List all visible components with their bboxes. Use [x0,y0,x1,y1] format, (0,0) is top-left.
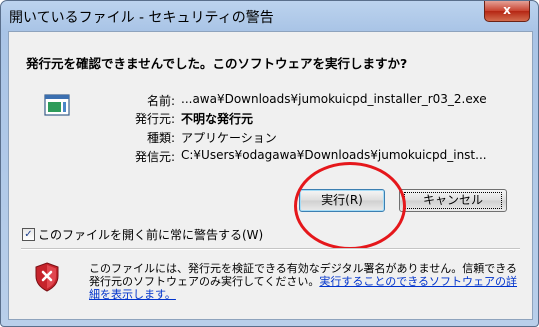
cancel-button[interactable]: キャンセル [399,189,507,212]
close-button[interactable]: x [484,1,530,22]
from-value: C:¥Users¥odagawa¥Downloads¥jumokuicpd_in… [181,148,487,162]
warning-shield-icon [35,262,59,292]
security-warning-dialog: 開いているファイル - セキュリティの警告 x 発行元を確認できませんでした。こ… [0,0,539,327]
name-value: ...awa¥Downloads¥jumokuicpd_installer_r0… [181,92,487,106]
warning-message: このファイルには、発行元を検証できる有効なデジタル署名がありません。信頼できる発… [89,262,519,301]
type-label: 種類: [146,131,175,145]
title-bar[interactable]: 開いているファイル - セキュリティの警告 x [1,1,538,31]
from-label: 発信元: [134,150,175,164]
highlight-circle [294,162,406,250]
question-text: 発行元を確認できませんでした。このソフトウェアを実行しますか? [26,56,408,71]
publisher-value: 不明な発行元 [181,112,254,126]
name-label: 名前: [146,94,175,108]
type-value: アプリケーション [181,131,277,145]
always-warn-checkbox[interactable]: ✓ [22,228,35,241]
application-icon [44,94,70,116]
cancel-button-label: キャンセル [404,192,502,209]
window-title: 開いているファイル - セキュリティの警告 [9,10,274,26]
always-warn-label[interactable]: このファイルを開く前に常に警告する(W) [38,226,263,243]
dialog-body: 発行元を確認できませんでした。このソフトウェアを実行しますか? 名前: ...a… [8,31,533,320]
divider [21,248,520,250]
publisher-label: 発行元: [134,112,175,126]
